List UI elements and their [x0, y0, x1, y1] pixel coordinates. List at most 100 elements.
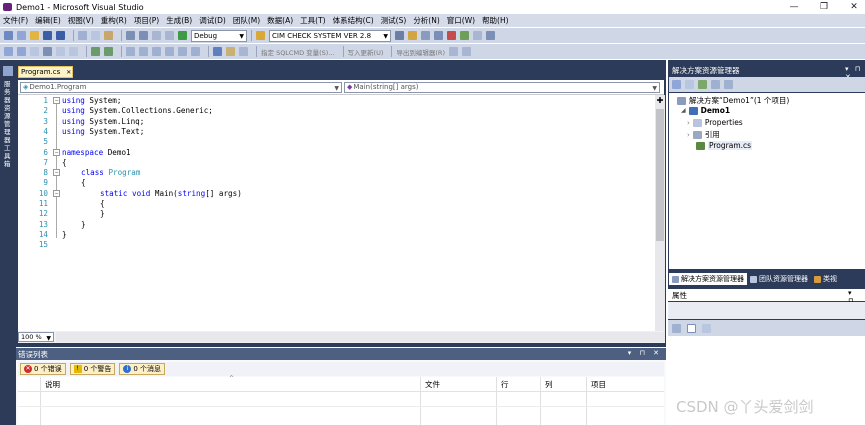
split-editor-icon[interactable]: ✚: [656, 96, 664, 106]
tab-solution-explorer[interactable]: 解决方案资源管理器: [669, 273, 747, 285]
member-dropdown[interactable]: ◆ Main(string[] args) ▼: [344, 81, 660, 93]
tree-node-properties[interactable]: › Properties: [687, 118, 743, 127]
alphabetical-icon[interactable]: [687, 323, 696, 333]
new-project-icon[interactable]: [4, 31, 13, 40]
menu-analyze[interactable]: 分析(N): [413, 15, 439, 26]
view-class-diagram-icon[interactable]: [724, 80, 733, 89]
navigate-forward-icon[interactable]: [165, 31, 174, 40]
refresh-icon[interactable]: [698, 80, 707, 89]
properties-object-selector[interactable]: [668, 302, 865, 319]
messages-filter-button[interactable]: i 0 个消息: [119, 363, 166, 375]
prev-bookmark-icon[interactable]: [139, 47, 148, 56]
horizontal-scrollbar[interactable]: [56, 332, 665, 342]
scrollbar-thumb[interactable]: [656, 109, 664, 241]
connect-icon[interactable]: [239, 47, 248, 56]
column-icon[interactable]: [18, 377, 40, 425]
increase-indent-icon[interactable]: [69, 47, 78, 56]
tree-node-references[interactable]: › 引用: [687, 129, 720, 140]
comment-icon[interactable]: [91, 47, 100, 56]
add-item-icon[interactable]: [17, 31, 26, 40]
show-all-files-icon[interactable]: [685, 80, 694, 89]
stop-icon[interactable]: [461, 47, 471, 56]
tab-class-view[interactable]: 类视: [811, 273, 840, 285]
menu-help[interactable]: 帮助(H): [482, 15, 509, 26]
column-description[interactable]: 说明: [40, 377, 420, 425]
object-browser-icon[interactable]: [434, 31, 443, 40]
extension-manager-icon[interactable]: [473, 31, 482, 40]
panel-window-buttons[interactable]: ▾ ⊓ ✕: [628, 349, 662, 357]
collapse-toggle-icon[interactable]: −: [53, 148, 60, 156]
menu-tools[interactable]: 工具(T): [300, 15, 325, 26]
start-debugging-icon[interactable]: [178, 31, 187, 40]
navigate-back-icon[interactable]: [152, 31, 161, 40]
expand-arrow-icon[interactable]: ◢: [681, 107, 686, 114]
member-list-icon[interactable]: [43, 47, 52, 56]
startup-project-dropdown[interactable]: CIM CHECK SYSTEM VER 2.8 ▼: [269, 29, 391, 42]
categorized-icon[interactable]: [672, 323, 681, 333]
warnings-filter-button[interactable]: ! 0 个警告: [69, 363, 116, 375]
menu-edit[interactable]: 编辑(E): [35, 15, 61, 26]
next-bookmark-icon[interactable]: [152, 47, 161, 56]
write-updates-button[interactable]: 写入更新(U): [348, 47, 384, 57]
type-dropdown[interactable]: ◈ Demo1.Program ▼: [20, 81, 342, 93]
open-folder-icon[interactable]: [30, 31, 39, 40]
menu-window[interactable]: 窗口(W): [447, 15, 475, 26]
quick-info-icon[interactable]: [4, 47, 13, 56]
vertical-scrollbar[interactable]: ✚: [655, 95, 665, 331]
menu-build[interactable]: 生成(B): [166, 15, 192, 26]
properties-icon[interactable]: [672, 80, 681, 89]
word-complete-icon[interactable]: [30, 47, 39, 56]
maximize-button[interactable]: ❐: [813, 2, 835, 12]
menu-view[interactable]: 视图(V): [68, 15, 94, 26]
copy-icon[interactable]: [91, 31, 100, 40]
tab-program-cs[interactable]: Program.cs ✕: [18, 66, 73, 78]
column-project[interactable]: 项目: [586, 377, 664, 425]
menu-architecture[interactable]: 体系结构(C): [333, 15, 374, 26]
toolbox-icon[interactable]: [447, 31, 456, 40]
collapse-toggle-icon[interactable]: −: [53, 169, 60, 176]
column-line[interactable]: 行: [496, 377, 540, 425]
close-tab-icon[interactable]: ✕: [66, 69, 71, 76]
menu-team[interactable]: 团队(M): [233, 15, 260, 26]
collapse-toggle-icon[interactable]: −: [53, 97, 60, 104]
parameter-info-icon[interactable]: [17, 47, 26, 56]
code-editor[interactable]: 1 2 3 4 5 6 7 8 9 10 11 12 13 14 15 − − …: [18, 95, 655, 331]
save-all-icon[interactable]: [56, 31, 65, 40]
menu-test[interactable]: 测试(S): [381, 15, 407, 26]
clear-bookmarks-icon[interactable]: [165, 47, 174, 56]
tab-team-explorer[interactable]: 团队资源管理器: [747, 273, 811, 285]
filter-icon[interactable]: [213, 47, 222, 56]
close-button[interactable]: ✕: [843, 2, 865, 12]
left-strip-label[interactable]: 服务器资源管理器 工具箱: [4, 80, 12, 168]
menu-file[interactable]: 文件(F): [3, 15, 28, 26]
column-column[interactable]: 列: [540, 377, 586, 425]
cut-icon[interactable]: [78, 31, 87, 40]
refresh-icon[interactable]: [448, 47, 458, 56]
tree-node-program-cs[interactable]: Program.cs: [696, 141, 753, 150]
bookmark-icon[interactable]: [126, 47, 135, 56]
find-icon[interactable]: [395, 31, 404, 40]
decrease-indent-icon[interactable]: [56, 47, 65, 56]
properties-icon[interactable]: [421, 31, 430, 40]
server-explorer-icon[interactable]: [3, 66, 13, 76]
tree-node-project[interactable]: ◢ Demo1: [681, 106, 730, 115]
chevron-right-icon[interactable]: ›: [687, 119, 690, 127]
undo-icon[interactable]: [126, 31, 135, 40]
minimize-button[interactable]: —: [783, 2, 805, 12]
save-icon[interactable]: [43, 31, 52, 40]
chevron-right-icon[interactable]: ›: [687, 131, 690, 139]
uncomment-icon[interactable]: [104, 47, 113, 56]
align-icon[interactable]: [191, 47, 200, 56]
menu-data[interactable]: 数据(A): [267, 15, 293, 26]
solution-config-dropdown[interactable]: Debug ▼: [191, 29, 247, 42]
column-file[interactable]: 文件: [420, 377, 496, 425]
view-code-icon[interactable]: [711, 80, 720, 89]
schema-icon[interactable]: [226, 47, 235, 56]
tree-node-solution[interactable]: 解决方案“Demo1”(1 个项目): [677, 95, 789, 106]
export-to-editor-button[interactable]: 导出到编辑器(R): [396, 47, 445, 57]
errors-filter-button[interactable]: ✕ 0 个错误: [20, 363, 66, 375]
paste-icon[interactable]: [104, 31, 113, 40]
command-window-icon[interactable]: [486, 31, 495, 40]
menu-refactor[interactable]: 重构(R): [101, 15, 127, 26]
redo-icon[interactable]: [139, 31, 148, 40]
